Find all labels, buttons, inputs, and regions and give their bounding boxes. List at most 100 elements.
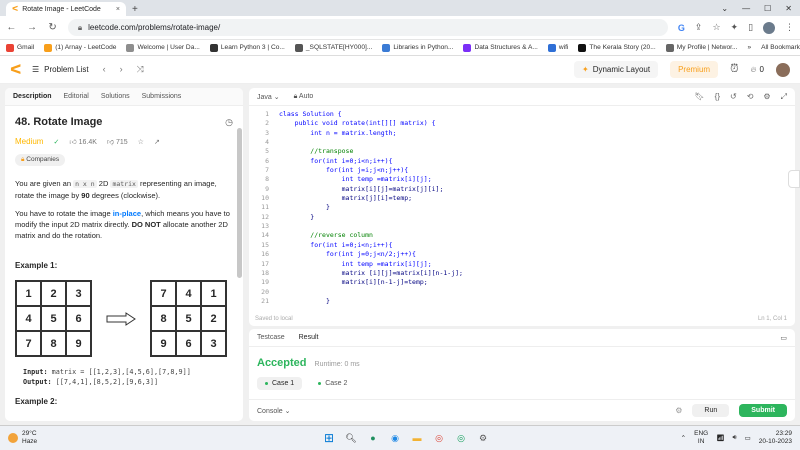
auto-mode-toggle[interactable]: 🔒︎ Auto — [294, 93, 314, 101]
code-line[interactable]: for(int i=0;i<n;i++){ — [279, 157, 463, 166]
favorite-star-icon[interactable]: ☆ — [138, 138, 144, 146]
shuffle-icon[interactable]: ⤨ — [137, 64, 144, 75]
bookmark-item[interactable]: Libraries in Python... — [382, 43, 453, 52]
problem-list-button[interactable]: ☰ Problem List — [32, 65, 89, 74]
code-line[interactable]: for(int j=i;j<n;j++){ — [279, 166, 463, 175]
code-reset-icon[interactable]: ⟲ — [747, 92, 754, 102]
tab-editorial[interactable]: Editorial — [64, 93, 89, 100]
chrome-profile-icon[interactable]: ◎ — [454, 431, 468, 445]
star-icon[interactable]: ☆ — [712, 22, 720, 33]
language-select[interactable]: Java ⌄ — [257, 93, 280, 101]
tab-solutions[interactable]: Solutions — [101, 93, 130, 100]
close-window-icon[interactable]: ✕ — [785, 4, 792, 13]
run-button[interactable]: Run — [692, 404, 730, 417]
side-panel-tab[interactable] — [788, 170, 800, 188]
edge-browser-icon[interactable]: ◉ — [388, 431, 402, 445]
chrome-icon[interactable]: ◎ — [432, 431, 446, 445]
code-line[interactable]: for(int j=0;j<n/2;j++){ — [279, 250, 463, 259]
sidepanel-icon[interactable]: ▯ — [748, 22, 753, 33]
weather-widget[interactable]: 29°C Haze — [8, 430, 37, 446]
expand-icon[interactable]: ⤢ — [781, 92, 787, 102]
code-line[interactable]: int temp =matrix[i][j]; — [279, 260, 463, 269]
extensions-icon[interactable]: ✦ — [731, 22, 739, 33]
dynamic-layout-button[interactable]: ✦ Dynamic Layout — [574, 61, 659, 78]
clock-icon[interactable]: ◷ — [225, 117, 233, 128]
bookmark-item[interactable]: Gmail — [6, 43, 34, 52]
chevron-down-icon[interactable]: ⌄ — [721, 4, 728, 13]
bookmark-item[interactable]: Learn Python 3 | Co... — [209, 43, 285, 52]
share-icon[interactable]: ⇪ — [695, 22, 703, 33]
forward-icon[interactable]: → — [27, 22, 38, 33]
close-tab-icon[interactable]: × — [116, 6, 120, 13]
code-line[interactable]: public void rotate(int[][] matrix) { — [279, 119, 463, 128]
wifi-icon[interactable]: 📶︎ — [716, 434, 724, 442]
code-line[interactable] — [279, 288, 463, 297]
bookmark-icon[interactable]: 🔖︎ — [695, 92, 705, 102]
profile-avatar[interactable] — [763, 21, 776, 34]
timer-icon[interactable]: ⏰︎ — [730, 63, 739, 76]
companies-tag[interactable]: 🔒︎ Companies — [15, 154, 66, 166]
submit-button[interactable]: Submit — [739, 404, 787, 417]
notifications-button[interactable]: 🔥︎ 0 — [751, 65, 764, 75]
code-line[interactable]: matrix[i][j]=matrix[j][i]; — [279, 185, 463, 194]
code-line[interactable]: matrix[j][i]=temp; — [279, 194, 463, 203]
share-link-icon[interactable]: ↗ — [154, 138, 160, 146]
reset-icon[interactable]: ↺ — [730, 92, 737, 102]
system-clock[interactable]: 23:29 20-10-2023 — [759, 430, 792, 446]
back-icon[interactable]: ← — [6, 22, 17, 33]
user-avatar[interactable] — [776, 62, 790, 77]
bookmark-item[interactable]: Welcome | User Da... — [126, 43, 200, 52]
code-line[interactable]: } — [279, 213, 463, 222]
collapse-panel-icon[interactable]: ▭ — [780, 334, 787, 342]
code-line[interactable]: int n = matrix.length; — [279, 129, 463, 138]
tab-description[interactable]: Description — [13, 93, 52, 100]
code-line[interactable]: matrix [i][j]=matrix[i][n-1-j]; — [279, 269, 463, 278]
tab-result[interactable]: Result — [299, 334, 319, 341]
maximize-icon[interactable]: ☐ — [764, 4, 771, 13]
google-icon[interactable]: G — [678, 23, 685, 33]
bookmark-item[interactable]: wifi — [547, 43, 568, 52]
windows-start-icon[interactable]: ⊞ — [322, 431, 336, 445]
code-line[interactable] — [279, 138, 463, 147]
language-indicator[interactable]: ENG IN — [694, 430, 708, 446]
code-text[interactable]: class Solution { public void rotate(int[… — [273, 110, 463, 306]
bookmark-item[interactable]: Data Structures & A... — [463, 43, 538, 52]
braces-icon[interactable]: {} — [715, 92, 720, 102]
code-line[interactable] — [279, 222, 463, 231]
all-bookmarks-button[interactable]: All Bookmarks — [761, 44, 800, 51]
dislike-button[interactable]: 👎︎ 715 — [107, 137, 128, 146]
search-icon[interactable]: 🔍︎ — [344, 431, 358, 445]
url-input[interactable]: 🔒︎ leetcode.com/problems/rotate-image/ — [67, 19, 668, 36]
new-tab-icon[interactable]: + — [132, 2, 138, 16]
scrollbar[interactable] — [237, 128, 242, 278]
code-line[interactable]: int temp =matrix[i][j]; — [279, 175, 463, 184]
console-button[interactable]: Console ⌄ — [257, 407, 291, 415]
bookmarks-overflow-icon[interactable]: » — [747, 44, 751, 51]
code-line[interactable]: class Solution { — [279, 110, 463, 119]
code-line[interactable]: matrix[i][n-1-j]=temp; — [279, 278, 463, 287]
settings-gear-icon[interactable]: ⚙ — [763, 92, 770, 102]
reload-icon[interactable]: ↻ — [47, 22, 58, 33]
premium-button[interactable]: Premium — [670, 61, 719, 78]
bookmark-item[interactable]: My Profile | Networ... — [665, 43, 737, 52]
bookmark-item[interactable]: (1) Arnay - LeetCode — [44, 43, 116, 52]
code-line[interactable]: //transpose — [279, 147, 463, 156]
next-problem-icon[interactable]: › — [120, 64, 123, 75]
code-line[interactable]: for(int i=0;i<n;i++){ — [279, 241, 463, 250]
bookmark-item[interactable]: _SQLSTATE[HY000]... — [294, 43, 372, 52]
like-button[interactable]: 👍︎ 16.4K — [69, 137, 97, 146]
volume-icon[interactable]: 🔊︎ — [732, 434, 736, 442]
minimize-icon[interactable]: — — [742, 4, 750, 13]
prev-problem-icon[interactable]: ‹ — [103, 64, 106, 75]
code-line[interactable]: } — [279, 297, 463, 306]
tray-chevron-up-icon[interactable]: ⌃ — [681, 434, 686, 442]
battery-icon[interactable]: ▭ — [745, 434, 751, 442]
case-1-tab[interactable]: Case 1 — [257, 377, 303, 390]
settings-app-icon[interactable]: ⚙ — [476, 431, 490, 445]
tab-submissions[interactable]: Submissions — [142, 93, 182, 100]
tab-testcase[interactable]: Testcase — [257, 334, 285, 341]
browser-tab[interactable]: ᐸ Rotate Image - LeetCode × — [6, 2, 126, 16]
settings-gear-icon[interactable]: ⚙ — [675, 406, 682, 415]
menu-dots-icon[interactable]: ⋮ — [785, 22, 794, 33]
code-area[interactable]: 1 2 3 4 5 6 7 8 9 10 11 12 13 14 15 16 17 18 19 20 21 class … — [249, 106, 795, 306]
